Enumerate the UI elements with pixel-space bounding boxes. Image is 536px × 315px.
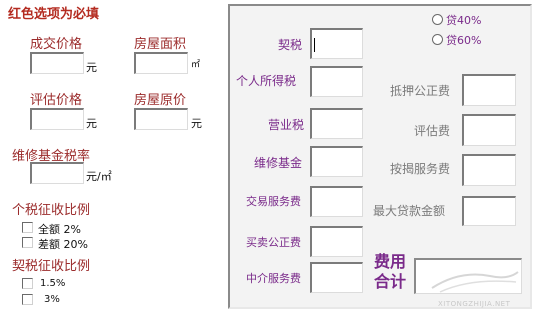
- deal-price-input[interactable]: [30, 52, 84, 74]
- watermark-logo: [430, 266, 520, 296]
- full-amount-label: 全额 2%: [38, 223, 81, 236]
- area-label: 房屋面积: [134, 37, 187, 52]
- diff-amount-checkbox[interactable]: [22, 237, 33, 248]
- max-loan-label: 最大贷款金额: [373, 204, 446, 218]
- appraisal-price-unit: 元: [86, 117, 97, 130]
- deed-tax-label: 契税: [278, 38, 303, 52]
- max-loan-output[interactable]: [462, 196, 516, 226]
- mortgage-service-label: 按揭服务费: [390, 162, 451, 176]
- deed-1-5-label: 1.5%: [40, 278, 66, 289]
- diff-amount-label: 差额 20%: [38, 238, 88, 251]
- maint-rate-unit: 元/㎡: [86, 170, 112, 183]
- agency-fee-output[interactable]: [310, 262, 363, 293]
- original-price-input[interactable]: [134, 108, 188, 130]
- mortgage-notary-label: 抵押公正费: [390, 84, 451, 98]
- deal-price-label: 成交价格: [30, 37, 83, 52]
- sale-notary-output[interactable]: [310, 226, 363, 257]
- area-input[interactable]: [134, 52, 188, 74]
- transaction-fee-output[interactable]: [310, 186, 363, 217]
- original-price-unit: 元: [191, 117, 202, 130]
- text-caret: [314, 38, 315, 52]
- transaction-fee-label: 交易服务费: [246, 195, 301, 208]
- deal-price-unit: 元: [86, 61, 97, 74]
- original-price-label: 房屋原价: [134, 93, 187, 108]
- mortgage-notary-output[interactable]: [462, 74, 516, 106]
- appraisal-price-label: 评估价格: [30, 93, 83, 108]
- required-note: 红色选项为必填: [8, 7, 100, 22]
- business-tax-label: 营业税: [268, 118, 305, 132]
- deed-tax-output[interactable]: [310, 28, 363, 59]
- loan-60-label: 贷60%: [446, 34, 482, 47]
- loan-40-radio[interactable]: [432, 14, 443, 25]
- personal-income-tax-output[interactable]: [310, 66, 363, 97]
- appraisal-fee-output[interactable]: [462, 114, 516, 146]
- watermark-swoosh-icon: [431, 271, 519, 293]
- personal-income-tax-label: 个人所得税: [236, 74, 297, 88]
- loan-40-label: 贷40%: [446, 14, 482, 27]
- sale-notary-label: 买卖公正费: [246, 236, 301, 249]
- mortgage-service-output[interactable]: [462, 154, 516, 186]
- deed-3-label: 3%: [44, 294, 60, 305]
- maint-fund-output[interactable]: [310, 146, 363, 177]
- appraisal-price-input[interactable]: [30, 108, 84, 130]
- area-unit: ㎡: [191, 60, 201, 70]
- appraisal-fee-label: 评估费: [414, 124, 451, 138]
- deed-tax-ratio-label: 契税征收比例: [12, 259, 91, 274]
- deed-1-5-checkbox[interactable]: [22, 278, 33, 289]
- total-fee-label: 费用合计: [374, 252, 407, 291]
- personal-tax-ratio-label: 个税征收比例: [12, 203, 91, 218]
- loan-60-radio[interactable]: [432, 34, 443, 45]
- watermark-url: XITONGZHIJIA.NET: [438, 300, 511, 308]
- agency-fee-label: 中介服务费: [246, 272, 301, 285]
- maint-rate-input[interactable]: [30, 162, 84, 184]
- full-amount-checkbox[interactable]: [22, 222, 33, 233]
- business-tax-output[interactable]: [310, 108, 363, 139]
- deed-3-checkbox[interactable]: [22, 294, 33, 305]
- maint-fund-label: 维修基金: [254, 156, 303, 170]
